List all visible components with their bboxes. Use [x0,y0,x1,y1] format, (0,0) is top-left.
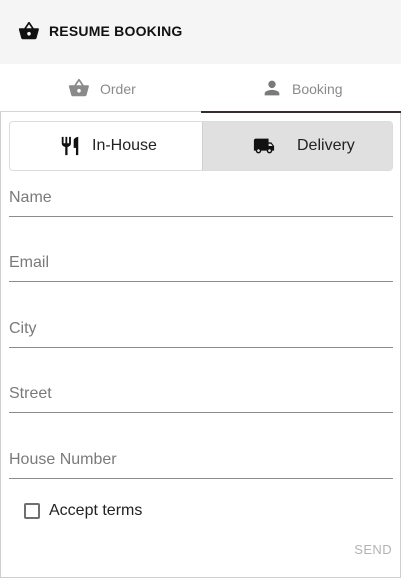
street-input[interactable] [9,377,393,411]
city-field [9,312,393,348]
active-tab-indicator [201,111,401,113]
accept-terms-label: Accept terms [49,502,143,519]
person-icon [264,80,280,96]
page-title: RESUME BOOKING [49,23,183,39]
email-input[interactable] [9,246,393,280]
in-house-label: In-House [92,137,157,154]
city-input[interactable] [9,312,393,346]
app-header: RESUME BOOKING [0,0,401,64]
tab-bar: Order Booking [0,64,401,113]
order-mode-toggle: In-House Delivery [9,121,393,171]
name-input[interactable] [9,181,393,215]
checkbox-box[interactable] [24,503,40,519]
house-number-input[interactable] [9,443,393,477]
tab-booking[interactable]: Booking [201,64,401,113]
tab-booking-label: Booking [292,81,343,97]
delivery-option[interactable]: Delivery [202,122,392,170]
name-field [9,181,393,217]
in-house-option[interactable]: In-House [10,122,202,170]
email-field [9,246,393,282]
delivery-label: Delivery [297,137,355,154]
house-number-field [9,443,393,479]
tab-order-label: Order [100,81,136,97]
street-field [9,377,393,413]
basket-icon [18,21,39,40]
basket-icon [68,78,89,97]
send-button[interactable]: SEND [340,541,392,557]
cutlery-icon [61,136,79,156]
tab-order[interactable]: Order [0,64,200,112]
truck-icon [253,138,275,154]
